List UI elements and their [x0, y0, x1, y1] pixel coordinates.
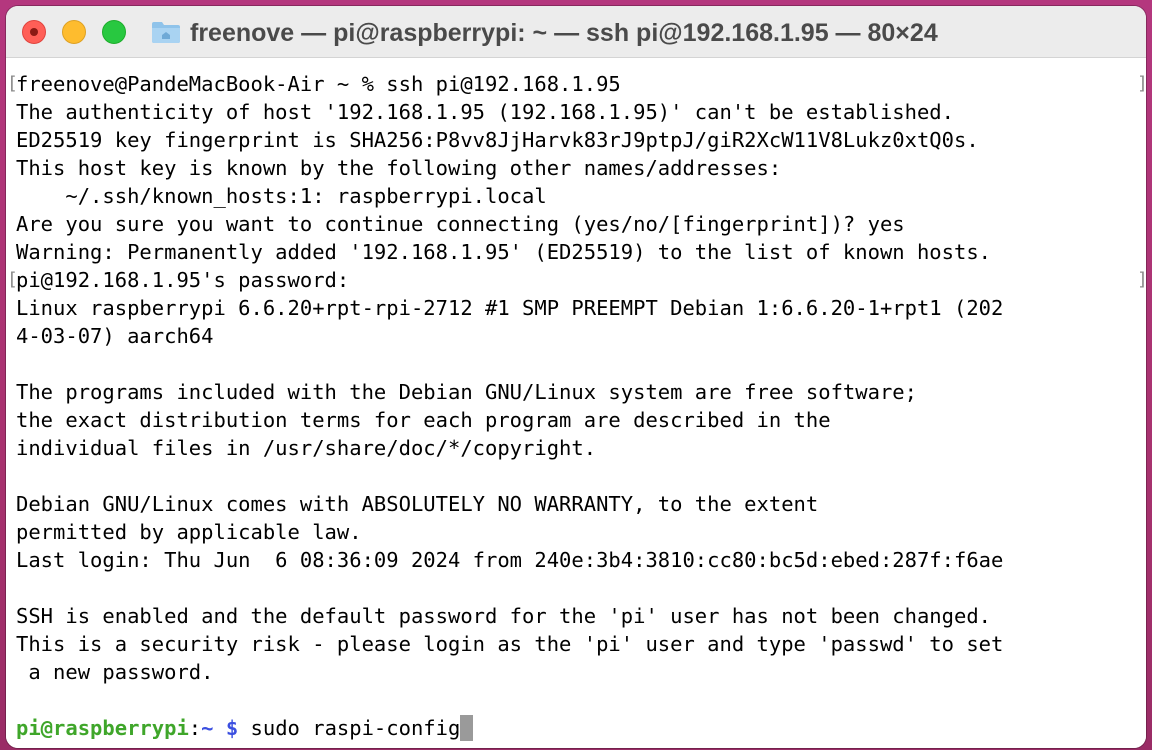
- terminal-line: Last login: Thu Jun 6 08:36:09 2024 from…: [16, 548, 1004, 572]
- terminal-line: ~/.ssh/known_hosts:1: raspberrypi.local: [16, 184, 547, 208]
- minimize-window-button[interactable]: [62, 20, 86, 44]
- terminal-line: ED25519 key fingerprint is SHA256:P8vv8J…: [16, 128, 979, 152]
- terminal-line: individual files in /usr/share/doc/*/cop…: [16, 436, 597, 460]
- text-cursor: [460, 715, 474, 741]
- prompt-path: ~: [201, 716, 214, 740]
- terminal-line: Are you sure you want to continue connec…: [16, 212, 905, 236]
- mark-right-1: ]: [1137, 70, 1146, 98]
- terminal-line: a new password.: [16, 660, 214, 684]
- terminal-line: the exact distribution terms for each pr…: [16, 408, 831, 432]
- title-bar[interactable]: freenove — pi@raspberrypi: ~ — ssh pi@19…: [6, 6, 1146, 58]
- window-title: freenove — pi@raspberrypi: ~ — ssh pi@19…: [190, 19, 938, 47]
- terminal-line: Debian GNU/Linux comes with ABSOLUTELY N…: [16, 492, 819, 516]
- terminal-line: This is a security risk - please login a…: [16, 632, 1004, 656]
- shell-prompt-line[interactable]: pi@raspberrypi:~ $ sudo raspi-config: [16, 714, 474, 742]
- terminal-window: freenove — pi@raspberrypi: ~ — ssh pi@19…: [6, 6, 1146, 748]
- mark-right-2: ]: [1137, 266, 1146, 294]
- terminal-line: This host key is known by the following …: [16, 156, 782, 180]
- folder-icon: [152, 22, 180, 43]
- terminal-line: 4-03-07) aarch64: [16, 324, 214, 348]
- terminal-line: freenove@PandeMacBook-Air ~ % ssh pi@192…: [16, 72, 621, 96]
- terminal-line: SSH is enabled and the default password …: [16, 604, 992, 628]
- zoom-window-button[interactable]: [102, 20, 126, 44]
- terminal-line: The authenticity of host '192.168.1.95 (…: [16, 100, 954, 124]
- terminal-line: Linux raspberrypi 6.6.20+rpt-rpi-2712 #1…: [16, 296, 1004, 320]
- prompt-separator: :: [188, 716, 202, 740]
- terminal-output[interactable]: [ ] [ ] freenove@PandeMacBook-Air ~ % ss…: [6, 58, 1146, 748]
- prompt-symbol: $: [225, 716, 239, 740]
- terminal-line: The programs included with the Debian GN…: [16, 380, 917, 404]
- terminal-line: pi@192.168.1.95's password:: [16, 268, 362, 292]
- command-input[interactable]: sudo raspi-config: [251, 716, 461, 740]
- terminal-line: permitted by applicable law.: [16, 520, 362, 544]
- close-window-button[interactable]: [22, 20, 46, 44]
- terminal-line: Warning: Permanently added '192.168.1.95…: [16, 240, 992, 264]
- prompt-user-host: pi@raspberrypi: [16, 716, 189, 740]
